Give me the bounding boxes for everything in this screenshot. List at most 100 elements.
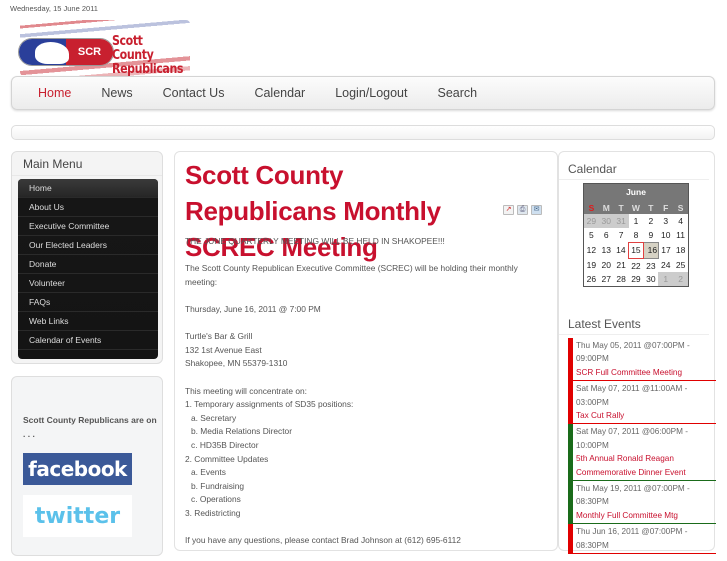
event-item: Thu May 19, 2011 @07:00PM - 08:30PM Month… [568,481,716,525]
calendar-day: 3 [663,216,669,226]
menu-item-web-links[interactable]: Web Links [18,312,158,331]
calendar-day: 28 [616,274,626,285]
calendar-day: 30 [598,214,614,228]
calendar-day: 21 [616,260,626,271]
calendar-day: 9 [648,229,654,240]
event-item: Thu May 05, 2011 @07:00PM - 09:00PM SCR F… [568,338,716,382]
nav-contact-us[interactable]: Contact Us [163,86,225,100]
calendar-month[interactable]: June [584,184,688,201]
social-text: Scott County Republicans are on . . . [23,415,157,439]
event-link[interactable]: Monthly Full Committee Mtg [576,509,716,522]
weekday-header: S [584,201,599,214]
event-time: Sat May 07, 2011 @06:00PM - 10:00PM [576,427,688,450]
agenda-item: 1. Temporary assignments of SD35 positio… [185,399,354,410]
right-sidebar: Calendar June SMTWTFS 29 30 31 1 2 3 4 5 6 7 8 9 10 1… [558,151,716,555]
nav-calendar[interactable]: Calendar [254,86,305,100]
print-icon[interactable]: ⎙ [517,205,528,215]
menu-item-executive-committee[interactable]: Executive Committee [18,217,158,236]
logo-badge-text: SCR [66,39,113,65]
agenda-item: a. Secretary [191,412,237,423]
menu-item-about-us[interactable]: About Us [18,198,158,217]
calendar-week: 19 20 21 22 23 24 25 [584,258,688,272]
calendar-day: 4 [678,216,683,226]
logo-badge: SCR [18,38,114,66]
contact-text: If you have any questions, please contac… [185,535,461,546]
article-intro: THE JUNE QUARTERLY MEETING WILL BE HELD … [185,236,445,246]
events-list: Thu May 05, 2011 @07:00PM - 09:00PM SCR F… [568,338,716,555]
event-time: Thu Jun 16, 2011 @07:00PM - 08:30PM [576,527,688,550]
calendar-day: 1 [633,216,639,226]
weekday-header: T [643,201,659,214]
banner-bar [11,125,715,140]
meeting-address: Turtle's Bar & Grill 132 1st Avenue East… [185,331,288,369]
agenda-intro: This meeting will concentrate on: [185,385,307,396]
weekday-header: M [598,201,614,214]
event-item: Sat May 07, 2011 @11:00AM - 03:00PM Tax C… [568,381,716,425]
event-link[interactable]: 5th Annual Ronald Reagan Commemorative D… [576,452,716,479]
event-link[interactable]: Tax Cut Rally [576,409,716,422]
nav-login-logout[interactable]: Login/Logout [335,86,407,100]
divider [559,334,709,335]
weekday-header: F [658,201,674,214]
menu-item-volunteer[interactable]: Volunteer [18,274,158,293]
agenda-item: a. Events [191,467,226,478]
calendar-day: 1 [658,272,674,287]
weekday-header: S [673,201,688,214]
calendar-day[interactable]: 16 [642,241,659,259]
calendar-day: 22 [631,260,641,271]
calendar-day: 5 [589,230,594,240]
social-module: Scott County Republicans are on . . . fa… [11,376,163,556]
article-actions: ↗ ⎙ ✉ [503,205,542,215]
nav-search[interactable]: Search [437,86,477,100]
current-date: Wednesday, 15 June 2011 [10,4,98,13]
calendar-week: 12 13 14 15 16 17 18 [584,241,688,259]
calendar-day: 29 [631,274,641,285]
calendar-day: 2 [648,216,654,226]
event-time: Thu May 19, 2011 @07:00PM - 08:30PM [576,484,690,507]
calendar-day: 31 [613,214,629,228]
event-item: Sat May 07, 2011 @06:00PM - 10:00PM 5th A… [568,424,716,482]
calendar-day: 17 [661,245,671,256]
calendar-day: 11 [676,230,685,240]
twitter-link[interactable]: twitter [23,495,132,537]
calendar-grid: SMTWTFS 29 30 31 1 2 3 4 5 6 7 8 9 10 11 12 13 14 15 16 17 1… [584,201,688,287]
calendar-week: 5 6 7 8 9 10 11 [584,228,688,242]
menu-item-elected-leaders[interactable]: Our Elected Leaders [18,236,158,255]
calendar-day: 29 [584,214,599,228]
menu-item-home[interactable]: Home [18,179,158,198]
event-time: Thu May 05, 2011 @07:00PM - 09:00PM [576,341,690,364]
calendar-day: 2 [673,272,688,287]
calendar-day: 24 [661,260,671,271]
event-link[interactable]: SCR Full Committee Meeting [576,366,716,379]
agenda-item: b. Media Relations Director [191,426,293,437]
menu-item-calendar-of-events[interactable]: Calendar of Events [18,331,158,350]
menu-item-donate[interactable]: Donate [18,255,158,274]
agenda-item: b. Fundraising [191,480,245,491]
article-body: THE JUNE QUARTERLY MEETING WILL BE HELD … [185,235,550,561]
agenda-item: c. Operations [191,494,241,505]
calendar-day: 14 [616,245,626,256]
nav-news[interactable]: News [101,86,132,100]
main-menu-module: Main Menu Home About Us Executive Commit… [11,151,163,364]
email-icon[interactable]: ✉ [531,205,542,215]
event-item: Thu Jun 16, 2011 @07:00PM - 08:30PM [568,524,716,555]
facebook-link[interactable]: facebook [23,453,132,485]
calendar-day: 6 [603,230,609,240]
calendar-day: 10 [661,230,671,240]
main-menu: Home About Us Executive Committee Our El… [18,179,158,359]
event-time: Sat May 07, 2011 @11:00AM - 03:00PM [576,384,688,407]
calendar-day: 27 [601,274,611,285]
calendar-day: 15 [628,241,644,259]
calendar-day: 23 [646,260,656,271]
calendar-day: 8 [633,229,639,240]
agenda-item: 3. Redistricting [185,507,241,518]
menu-item-faqs[interactable]: FAQs [18,293,158,312]
calendar-day: 25 [675,260,686,271]
calendar-day: 26 [586,274,597,285]
site-logo[interactable]: SCR Scott County Republicans [14,18,194,78]
calendar-title: Calendar [568,162,617,176]
pdf-icon[interactable]: ↗ [503,205,514,215]
weekday-header: W [628,201,644,214]
article: Scott County Republicans Monthly SCREC M… [174,151,558,551]
nav-home[interactable]: Home [38,86,71,100]
